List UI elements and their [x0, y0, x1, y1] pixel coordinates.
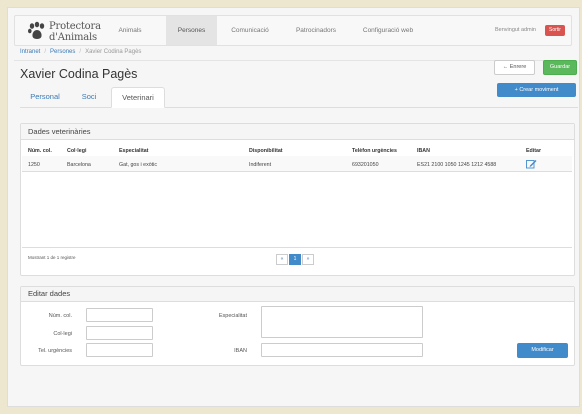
edit-panel-title: Editar dades — [21, 287, 574, 302]
nav-item-comunicacio[interactable]: Comunicació — [221, 16, 279, 45]
cell-availability: Indiferent — [249, 162, 272, 168]
paw-logo-icon — [28, 21, 45, 39]
arrow-left-icon: ← — [502, 64, 510, 70]
breadcrumb-separator: / — [79, 49, 82, 55]
top-navbar: Protectora d'Animals Animals Persones Co… — [14, 15, 572, 46]
breadcrumb-separator: / — [44, 49, 47, 55]
tab-soci[interactable]: Soci — [72, 87, 106, 108]
label-college: Col·legi — [53, 331, 72, 337]
pagination-page-1[interactable]: 1 — [289, 254, 301, 265]
logo-text-line1: Protectora — [49, 21, 101, 32]
breadcrumb-current: Xavier Codina Pagès — [85, 49, 142, 55]
iban-input[interactable] — [261, 343, 423, 357]
modify-button[interactable]: Modificar — [517, 343, 568, 358]
logout-button[interactable]: Sortir — [545, 25, 565, 36]
back-button[interactable]: ← Enrere — [494, 60, 535, 75]
col-header-availability[interactable]: Disponibilitat — [249, 148, 283, 154]
create-movement-button[interactable]: + Crear moviment — [497, 83, 576, 97]
col-header-iban[interactable]: IBAN — [417, 148, 430, 154]
col-header-college[interactable]: Col·legi — [67, 148, 86, 154]
logo-text-line2: d'Animals — [49, 32, 97, 43]
breadcrumb-divider — [14, 60, 572, 61]
page-title: Xavier Codina Pagès — [20, 67, 138, 81]
label-specialty: Especialitat — [218, 313, 247, 319]
label-phone: Tel. urgències — [38, 348, 72, 354]
edit-icon[interactable] — [526, 159, 537, 169]
nav-item-patrocinadors[interactable]: Patrocinadors — [287, 16, 345, 45]
cell-phone: 693201050 — [352, 162, 379, 168]
col-header-edit: Editar — [526, 148, 542, 154]
num-col-input[interactable] — [86, 308, 153, 322]
back-button-label: Enrere — [509, 64, 527, 70]
cell-num-col: 1250 — [28, 162, 40, 168]
college-input[interactable] — [86, 326, 153, 340]
cell-specialty: Gat, gos i exòtic — [119, 162, 157, 168]
col-header-specialty[interactable]: Especialitat — [119, 148, 148, 154]
nav-item-animals[interactable]: Animals — [111, 16, 149, 45]
breadcrumb-persones[interactable]: Persones — [50, 49, 75, 55]
cell-college: Barcelona — [67, 162, 91, 168]
breadcrumb-intranet[interactable]: Intranet — [20, 49, 40, 55]
tab-veterinari[interactable]: Veterinari — [111, 87, 165, 108]
label-iban: IBAN — [234, 348, 247, 354]
pagination-next[interactable]: » — [302, 254, 314, 265]
col-header-phone[interactable]: Telèfon urgències — [352, 148, 397, 154]
phone-input[interactable] — [86, 343, 153, 357]
breadcrumb: Intranet / Persones / Xavier Codina Pagès — [20, 49, 141, 55]
pagination-prev[interactable]: « — [276, 254, 288, 265]
tab-personal[interactable]: Personal — [22, 87, 68, 108]
logo[interactable]: Protectora d'Animals — [27, 20, 117, 44]
vet-panel-title: Dades veterinàries — [21, 124, 574, 140]
specialty-textarea[interactable] — [261, 306, 423, 338]
col-header-num-col[interactable]: Núm. col. — [28, 148, 52, 154]
welcome-user-text: Benvingut admin — [495, 27, 536, 33]
save-button[interactable]: Guardar — [543, 60, 577, 75]
create-movement-label: Crear moviment — [519, 87, 559, 93]
cell-iban: ES21 2100 1050 1245 1212 4588 — [417, 162, 497, 168]
records-count-text: Mostrant 1 de 1 registre — [28, 255, 76, 260]
label-num-col: Núm. col. — [48, 313, 72, 319]
table-row-divider — [22, 171, 572, 172]
nav-item-persones[interactable]: Persones — [166, 16, 217, 45]
nav-item-configuracio-web[interactable]: Configuració web — [351, 16, 425, 45]
table-footer-divider — [22, 247, 572, 248]
